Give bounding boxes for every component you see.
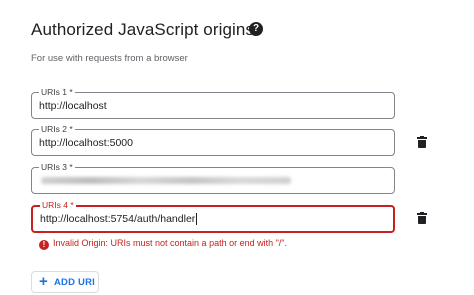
help-icon[interactable]: ? [249,22,263,36]
trash-icon[interactable] [417,136,427,148]
add-uri-button[interactable]: + ADD URI [31,271,99,293]
error-icon: ! [39,240,49,250]
uri-input[interactable]: http://localhost [39,100,107,112]
redacted-uri-value [41,177,291,184]
uri-field-label: URIs 4 * [40,199,76,211]
error-message: ! Invalid Origin: URIs must not contain a… [39,238,287,250]
trash-icon[interactable] [417,212,427,224]
section-subtitle: For use with requests from a browser [31,53,188,64]
text-cursor [196,213,198,225]
uri-input[interactable]: http://localhost:5754/auth/handler [40,213,198,225]
uri-field-label: URIs 2 * [39,123,75,135]
uri-field-label: URIs 3 * [39,161,75,173]
uri-field-2[interactable]: URIs 2 * http://localhost:5000 [31,123,395,156]
uri-field-1[interactable]: URIs 1 * http://localhost [31,86,395,119]
uri-input[interactable]: http://localhost:5000 [39,137,133,149]
uri-field-3[interactable]: URIs 3 * [31,161,395,194]
uri-field-label: URIs 1 * [39,86,75,98]
plus-icon: + [39,273,48,290]
section-title: Authorized JavaScript origins [31,20,255,39]
uri-field-4[interactable]: URIs 4 * http://localhost:5754/auth/hand… [31,199,395,233]
add-uri-label: ADD URI [54,277,95,288]
